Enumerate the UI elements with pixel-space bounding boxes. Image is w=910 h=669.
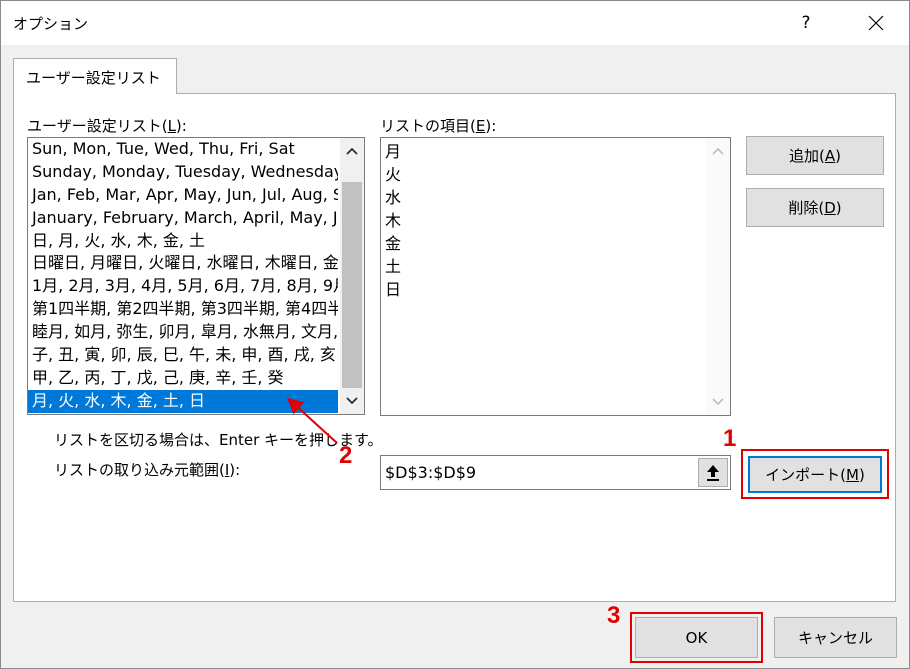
list-entry-line: 金 [385,234,402,253]
import-range-value: $D$3:$D$9 [385,463,477,482]
custom-lists-label: ユーザー設定リスト(L): [27,117,187,135]
list-entries-lines: 月火水木金土日 [385,140,401,301]
list-item[interactable]: Jan, Feb, Mar, Apr, May, Jun, Jul, Aug, … [28,184,338,207]
list-entry-line: 火 [385,165,402,184]
chevron-up-icon [346,147,358,155]
help-icon: ? [801,13,811,33]
add-button[interactable]: 追加(A) [746,136,884,175]
import-button-highlight [741,449,889,499]
list-entries-scrollbar[interactable] [706,138,730,415]
list-item[interactable]: 甲, 乙, 丙, 丁, 戊, 己, 庚, 辛, 壬, 癸 [28,367,338,390]
list-item[interactable]: 1月, 2月, 3月, 4月, 5月, 6月, 7月, 8月, 9月, 10月,… [28,275,338,298]
options-dialog: オプション ? ユーザー設定リスト ユーザー設定リスト(L): Sun, Mon… [0,0,910,669]
list-item[interactable]: January, February, March, April, May, Ju… [28,207,338,230]
cancel-button[interactable]: キャンセル [774,617,897,658]
chevron-down-icon [712,398,724,406]
tab-label: ユーザー設定リスト [26,69,161,87]
tab-custom-lists[interactable]: ユーザー設定リスト [13,58,177,94]
list-entry-line: 木 [385,211,402,230]
list-entry-line: 月 [385,142,402,161]
list-item[interactable]: 日曜日, 月曜日, 火曜日, 水曜日, 木曜日, 金曜日, 土曜日 [28,252,338,275]
list-entry-line: 日 [385,280,402,299]
list-entry-line: 土 [385,257,402,276]
help-button[interactable]: ? [785,1,827,45]
ok-button-highlight [630,612,763,663]
list-item[interactable]: 子, 丑, 寅, 卯, 辰, 巳, 午, 未, 申, 酉, 戌, 亥 [28,344,338,367]
list-entries-label: リストの項目(E): [380,117,497,135]
range-select-button[interactable] [698,458,728,487]
window-title: オプション [13,15,89,33]
list-item[interactable]: Sunday, Monday, Tuesday, Wednesday, Thur… [28,161,338,184]
list-item[interactable]: 第1四半期, 第2四半期, 第3四半期, 第4四半期 [28,298,338,321]
custom-lists-listbox[interactable]: Sun, Mon, Tue, Wed, Thu, Fri, Sat Sunday,… [27,137,365,415]
custom-lists-rows: Sun, Mon, Tue, Wed, Thu, Fri, Sat Sunday,… [28,138,338,413]
step-number-3: 3 [607,602,621,629]
upload-arrow-icon [707,464,719,481]
custom-lists-scrollbar[interactable] [340,138,364,414]
list-item[interactable]: 睦月, 如月, 弥生, 卯月, 皐月, 水無月, 文月, 葉月, 長月, 神無月… [28,321,338,344]
delete-button[interactable]: 削除(D) [746,188,884,227]
import-range-label: リストの取り込み元範囲(I): [54,461,241,479]
chevron-up-icon [712,147,724,155]
list-item[interactable]: Sun, Mon, Tue, Wed, Thu, Fri, Sat [28,138,338,161]
close-button[interactable] [853,1,899,45]
list-entries-textbox[interactable]: 月火水木金土日 [380,137,731,416]
entries-scroll-up-arrow[interactable] [706,140,730,162]
entries-scroll-down-arrow[interactable] [706,391,730,413]
import-range-input[interactable]: $D$3:$D$9 [380,455,731,490]
list-item[interactable]: 日, 月, 火, 水, 木, 金, 土 [28,230,338,253]
title-bar: オプション ? [1,1,909,45]
scroll-thumb[interactable] [342,182,362,388]
annotation-arrow [287,397,338,444]
step-number-1: 1 [723,425,737,452]
list-entry-line: 水 [385,188,402,207]
scroll-up-arrow[interactable] [340,140,364,162]
close-icon [868,15,884,31]
